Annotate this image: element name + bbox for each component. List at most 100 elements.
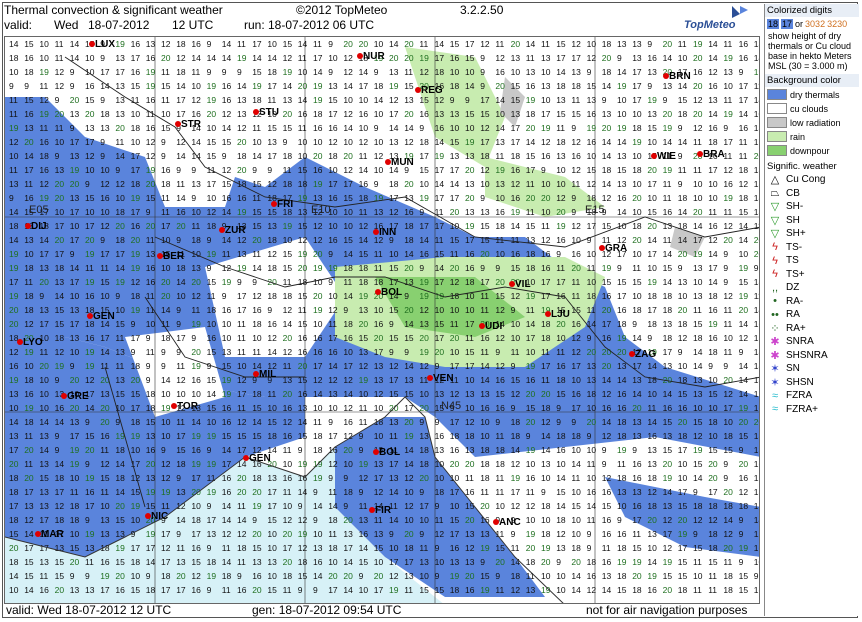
thermal-height-value: 19 <box>222 389 232 399</box>
valid-day: Wed <box>54 18 79 32</box>
thermal-height-value: 15 <box>495 389 505 399</box>
thermal-height-value: 13 <box>267 473 277 483</box>
thermal-height-value: 10 <box>313 137 323 147</box>
thermal-height-value: 18 <box>55 515 65 525</box>
thermal-height-value: 9 <box>252 277 257 287</box>
thermal-height-value: 20 <box>191 347 201 357</box>
thermal-height-value: 20 <box>663 459 673 469</box>
thermal-height-value: 10 <box>587 39 597 49</box>
rain-icon: •• <box>771 308 779 321</box>
thermal-height-value: 19 <box>511 207 521 217</box>
thermal-height-value: 17 <box>678 487 688 497</box>
thermal-height-value: 12 <box>298 235 308 245</box>
thermal-height-value: 17 <box>328 109 338 119</box>
thermal-height-value: 18 <box>541 501 551 511</box>
thermal-height-value: 15 <box>85 95 95 105</box>
thermal-height-value: 17 <box>389 557 399 567</box>
thermal-height-value: 11 <box>632 263 641 273</box>
thermal-height-value: 18 <box>359 193 369 203</box>
thermal-height-value: 20 <box>465 571 475 581</box>
thermal-height-value: 19 <box>191 319 201 329</box>
thermal-height-value: 17 <box>237 389 247 399</box>
thermal-height-value: 18 <box>678 431 688 441</box>
thermal-height-value: 17 <box>267 81 277 91</box>
thermal-height-value: 16 <box>587 137 597 147</box>
city-label: MUN <box>391 157 414 168</box>
thermal-height-value: 15 <box>389 389 399 399</box>
thermal-height-value: 16 <box>191 445 201 455</box>
thermal-height-value: 9 <box>85 515 90 525</box>
legend-weather-label: RA <box>786 309 800 321</box>
thermal-height-value: 9 <box>419 123 424 133</box>
thermal-height-value: 14 <box>754 95 760 105</box>
thermal-height-value: 10 <box>541 473 551 483</box>
thermal-height-value: 18 <box>267 291 277 301</box>
thermal-height-value: 9 <box>176 319 181 329</box>
thermal-height-value: 10 <box>632 291 642 301</box>
thermal-height-value: 20 <box>511 39 521 49</box>
thermal-height-value: 9 <box>678 179 683 189</box>
thermal-height-value: 10 <box>267 529 277 539</box>
thermal-height-value: 20 <box>161 291 171 301</box>
thermal-height-value: 17 <box>419 501 429 511</box>
thermal-height-value: 18 <box>587 193 597 203</box>
thermal-height-value: 9 <box>435 501 440 511</box>
legend-weather-item: •• RA <box>767 308 857 322</box>
thermal-height-value: 9 <box>207 543 212 553</box>
thermal-height-value: 13 <box>419 431 429 441</box>
thermal-height-value: 9 <box>313 515 318 525</box>
thermal-height-value: 18 <box>131 361 141 371</box>
thermal-height-value: 14 <box>176 277 186 287</box>
thermal-height-value: 20 <box>587 417 597 427</box>
thermal-height-value: 20 <box>343 515 353 525</box>
thermal-height-value: 14 <box>678 137 688 147</box>
thermal-height-value: 9 <box>55 151 60 161</box>
thermal-height-value: 20 <box>359 39 369 49</box>
thermal-height-value: 16 <box>480 403 490 413</box>
weather-map[interactable]: 14 15 10 11 14 15 9 19 16 13 12 18 16 9 14 11 17 10 15 14 11… <box>4 36 760 604</box>
thermal-height-value: 18 <box>343 487 353 497</box>
thermal-height-value: 10 <box>222 333 232 343</box>
thermal-height-value: 9 <box>343 305 348 315</box>
thermal-height-value: 15 <box>511 95 521 105</box>
digit-sample-4: 3230 <box>827 19 848 29</box>
thermal-height-value: 19 <box>647 95 657 105</box>
thermal-height-value: 11 <box>237 501 246 511</box>
thermal-height-value: 20 <box>9 459 19 469</box>
thermal-height-value: 12 <box>374 487 384 497</box>
thermal-height-value: 9 <box>298 501 303 511</box>
thermal-height-value: 12 <box>100 179 110 189</box>
thermal-height-value: 16 <box>359 179 369 189</box>
thermal-height-value: 11 <box>723 347 732 357</box>
thermal-height-value: 19 <box>739 543 749 553</box>
thermal-height-value: 19 <box>9 249 19 259</box>
thermal-height-value: 20 <box>283 109 293 119</box>
thermal-height-value: 16 <box>131 67 141 77</box>
thermal-height-value: 14 <box>708 53 718 63</box>
thermal-height-value: 12 <box>602 389 612 399</box>
thermal-height-value: 18 <box>647 473 657 483</box>
thermal-height-value: 17 <box>313 53 323 63</box>
thermal-height-value: 19 <box>617 445 627 455</box>
thermal-height-value: 18 <box>495 445 505 455</box>
thermal-height-value: 12 <box>663 515 673 525</box>
thermal-height-value: 10 <box>647 137 657 147</box>
cu-cong-icon: △ <box>770 174 780 187</box>
thermal-height-value: 10 <box>343 137 353 147</box>
thermal-height-value: 15 <box>754 333 760 343</box>
thermal-height-value: 14 <box>161 305 171 315</box>
thermal-height-value: 13 <box>632 39 642 49</box>
thermal-height-value: 17 <box>617 291 627 301</box>
thermal-height-value: 20 <box>678 305 688 315</box>
thermal-height-value: 14 <box>328 361 338 371</box>
thermal-height-value: 12 <box>556 529 566 539</box>
thermal-height-value: 16 <box>708 123 718 133</box>
thermal-height-value: 17 <box>374 473 384 483</box>
thermal-height-value: 10 <box>207 123 217 133</box>
thermal-height-value: 14 <box>374 95 384 105</box>
thermal-height-value: 9 <box>389 529 394 539</box>
thermal-height-value: 10 <box>374 403 384 413</box>
thermal-height-value: 11 <box>24 431 33 441</box>
thermal-height-value: 12 <box>191 95 201 105</box>
thermal-height-value: 9 <box>739 515 744 525</box>
